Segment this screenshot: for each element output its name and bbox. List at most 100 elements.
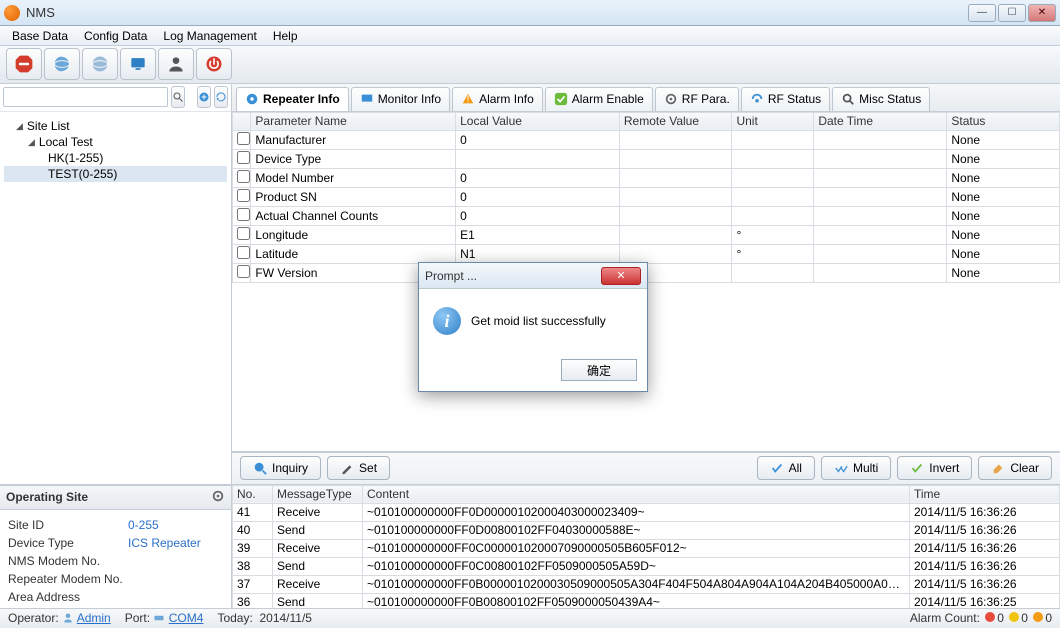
row-checkbox[interactable] (237, 189, 250, 202)
toolbar-user-button[interactable] (158, 48, 194, 80)
label-repeater-modem: Repeater Modem No. (8, 572, 128, 586)
minimize-button[interactable]: — (968, 4, 996, 22)
cell-no: 36 (233, 593, 273, 608)
inquiry-button[interactable]: Inquiry (240, 456, 321, 480)
tree-local-test[interactable]: Local Test (4, 134, 227, 150)
port-link[interactable]: COM4 (169, 611, 204, 625)
table-row[interactable]: Device Type None (233, 149, 1060, 168)
cell-status: None (947, 244, 1060, 263)
tab-label: RF Para. (682, 92, 730, 106)
toolbar-globe-button[interactable] (44, 48, 80, 80)
bulb-yellow-icon (1009, 612, 1019, 622)
multi-button[interactable]: Multi (821, 456, 891, 480)
cell-local: 0 (456, 206, 620, 225)
gear-icon[interactable] (211, 489, 225, 506)
add-button[interactable] (197, 86, 211, 108)
col-unit[interactable]: Unit (732, 112, 814, 130)
col-local[interactable]: Local Value (456, 112, 620, 130)
col-remote[interactable]: Remote Value (619, 112, 732, 130)
log-row[interactable]: 37 Receive ~010100000000FF0B000001020003… (233, 575, 1060, 593)
log-col-type[interactable]: MessageType (273, 485, 363, 503)
table-row[interactable]: Model Number 0 None (233, 168, 1060, 187)
toolbar-globe2-button[interactable] (82, 48, 118, 80)
tab-alarm-info[interactable]: !Alarm Info (452, 87, 543, 111)
cell-content: ~010100000000FF0C000001020007090000505B6… (363, 539, 910, 557)
window-titlebar: NMS — ☐ ✕ (0, 0, 1060, 26)
cell-param: Model Number (251, 168, 456, 187)
tab-misc-status[interactable]: Misc Status (832, 87, 930, 111)
log-row[interactable]: 36 Send ~010100000000FF0B00800102FF05090… (233, 593, 1060, 608)
label-alarm-count: Alarm Count: (910, 611, 980, 625)
tree-hk[interactable]: HK(1-255) (4, 150, 227, 166)
toolbar-stop-button[interactable] (6, 48, 42, 80)
app-icon (4, 5, 20, 21)
row-checkbox[interactable] (237, 151, 250, 164)
clear-button[interactable]: Clear (978, 456, 1052, 480)
set-button[interactable]: Set (327, 456, 390, 480)
row-checkbox[interactable] (237, 208, 250, 221)
tree-test[interactable]: TEST(0-255) (4, 166, 227, 182)
row-checkbox[interactable] (237, 170, 250, 183)
close-button[interactable]: ✕ (1028, 4, 1056, 22)
row-checkbox[interactable] (237, 132, 250, 145)
row-checkbox[interactable] (237, 227, 250, 240)
menu-config-data[interactable]: Config Data (76, 27, 155, 45)
search-icon (841, 92, 855, 106)
toolbar-monitor-button[interactable] (120, 48, 156, 80)
menu-log-management[interactable]: Log Management (155, 27, 264, 45)
tab-repeater-info[interactable]: Repeater Info (236, 87, 349, 111)
menu-help[interactable]: Help (265, 27, 306, 45)
toolbar-power-button[interactable] (196, 48, 232, 80)
cell-time: 2014/11/5 16:36:26 (910, 521, 1060, 539)
col-param[interactable]: Parameter Name (251, 112, 456, 130)
dialog-close-button[interactable]: ✕ (601, 267, 641, 285)
cell-remote (619, 206, 732, 225)
menu-base-data[interactable]: Base Data (4, 27, 76, 45)
tab-rf-para[interactable]: RF Para. (655, 87, 739, 111)
col-datetime[interactable]: Date Time (814, 112, 947, 130)
tab-label: Misc Status (859, 92, 921, 106)
tab-label: Alarm Info (479, 92, 534, 106)
maximize-button[interactable]: ☐ (998, 4, 1026, 22)
operator-link[interactable]: Admin (77, 611, 111, 625)
refresh-button[interactable] (214, 86, 228, 108)
log-row[interactable]: 40 Send ~010100000000FF0D00800102FF04030… (233, 521, 1060, 539)
statusbar: Operator: Admin Port: COM4 Today: 2014/1… (0, 608, 1060, 628)
cell-datetime (814, 149, 947, 168)
label-area-address: Area Address (8, 590, 128, 604)
table-row[interactable]: Actual Channel Counts 0 None (233, 206, 1060, 225)
label-port: Port: (125, 611, 150, 625)
row-checkbox[interactable] (237, 265, 250, 278)
btn-label: Clear (1010, 461, 1039, 475)
log-row[interactable]: 38 Send ~010100000000FF0C00800102FF05090… (233, 557, 1060, 575)
cell-datetime (814, 168, 947, 187)
log-col-no[interactable]: No. (233, 485, 273, 503)
tab-monitor-info[interactable]: Monitor Info (351, 87, 450, 111)
cell-type: Send (273, 557, 363, 575)
tree-root[interactable]: Site List (4, 118, 227, 134)
all-button[interactable]: All (757, 456, 815, 480)
log-row[interactable]: 39 Receive ~010100000000FF0C000001020007… (233, 539, 1060, 557)
cell-param: Latitude (251, 244, 456, 263)
log-col-time[interactable]: Time (910, 485, 1060, 503)
table-row[interactable]: Product SN 0 None (233, 187, 1060, 206)
gear-icon (664, 92, 678, 106)
cell-unit (732, 168, 814, 187)
table-row[interactable]: Latitude N1 ° None (233, 244, 1060, 263)
log-table: No. MessageType Content Time 41 Receive … (232, 485, 1060, 608)
dialog-ok-button[interactable]: 确定 (561, 359, 637, 381)
row-checkbox[interactable] (237, 246, 250, 259)
table-row[interactable]: Manufacturer 0 None (233, 130, 1060, 149)
info-icon: i (433, 307, 461, 335)
log-row[interactable]: 41 Receive ~010100000000FF0D000001020004… (233, 503, 1060, 521)
search-input[interactable] (3, 87, 168, 107)
tab-rf-status[interactable]: RF Status (741, 87, 830, 111)
log-col-content[interactable]: Content (363, 485, 910, 503)
label-site-id: Site ID (8, 518, 128, 532)
col-status[interactable]: Status (947, 112, 1060, 130)
cell-unit (732, 206, 814, 225)
invert-button[interactable]: Invert (897, 456, 972, 480)
tab-alarm-enable[interactable]: Alarm Enable (545, 87, 653, 111)
search-button[interactable] (171, 86, 185, 108)
table-row[interactable]: Longitude E1 ° None (233, 225, 1060, 244)
